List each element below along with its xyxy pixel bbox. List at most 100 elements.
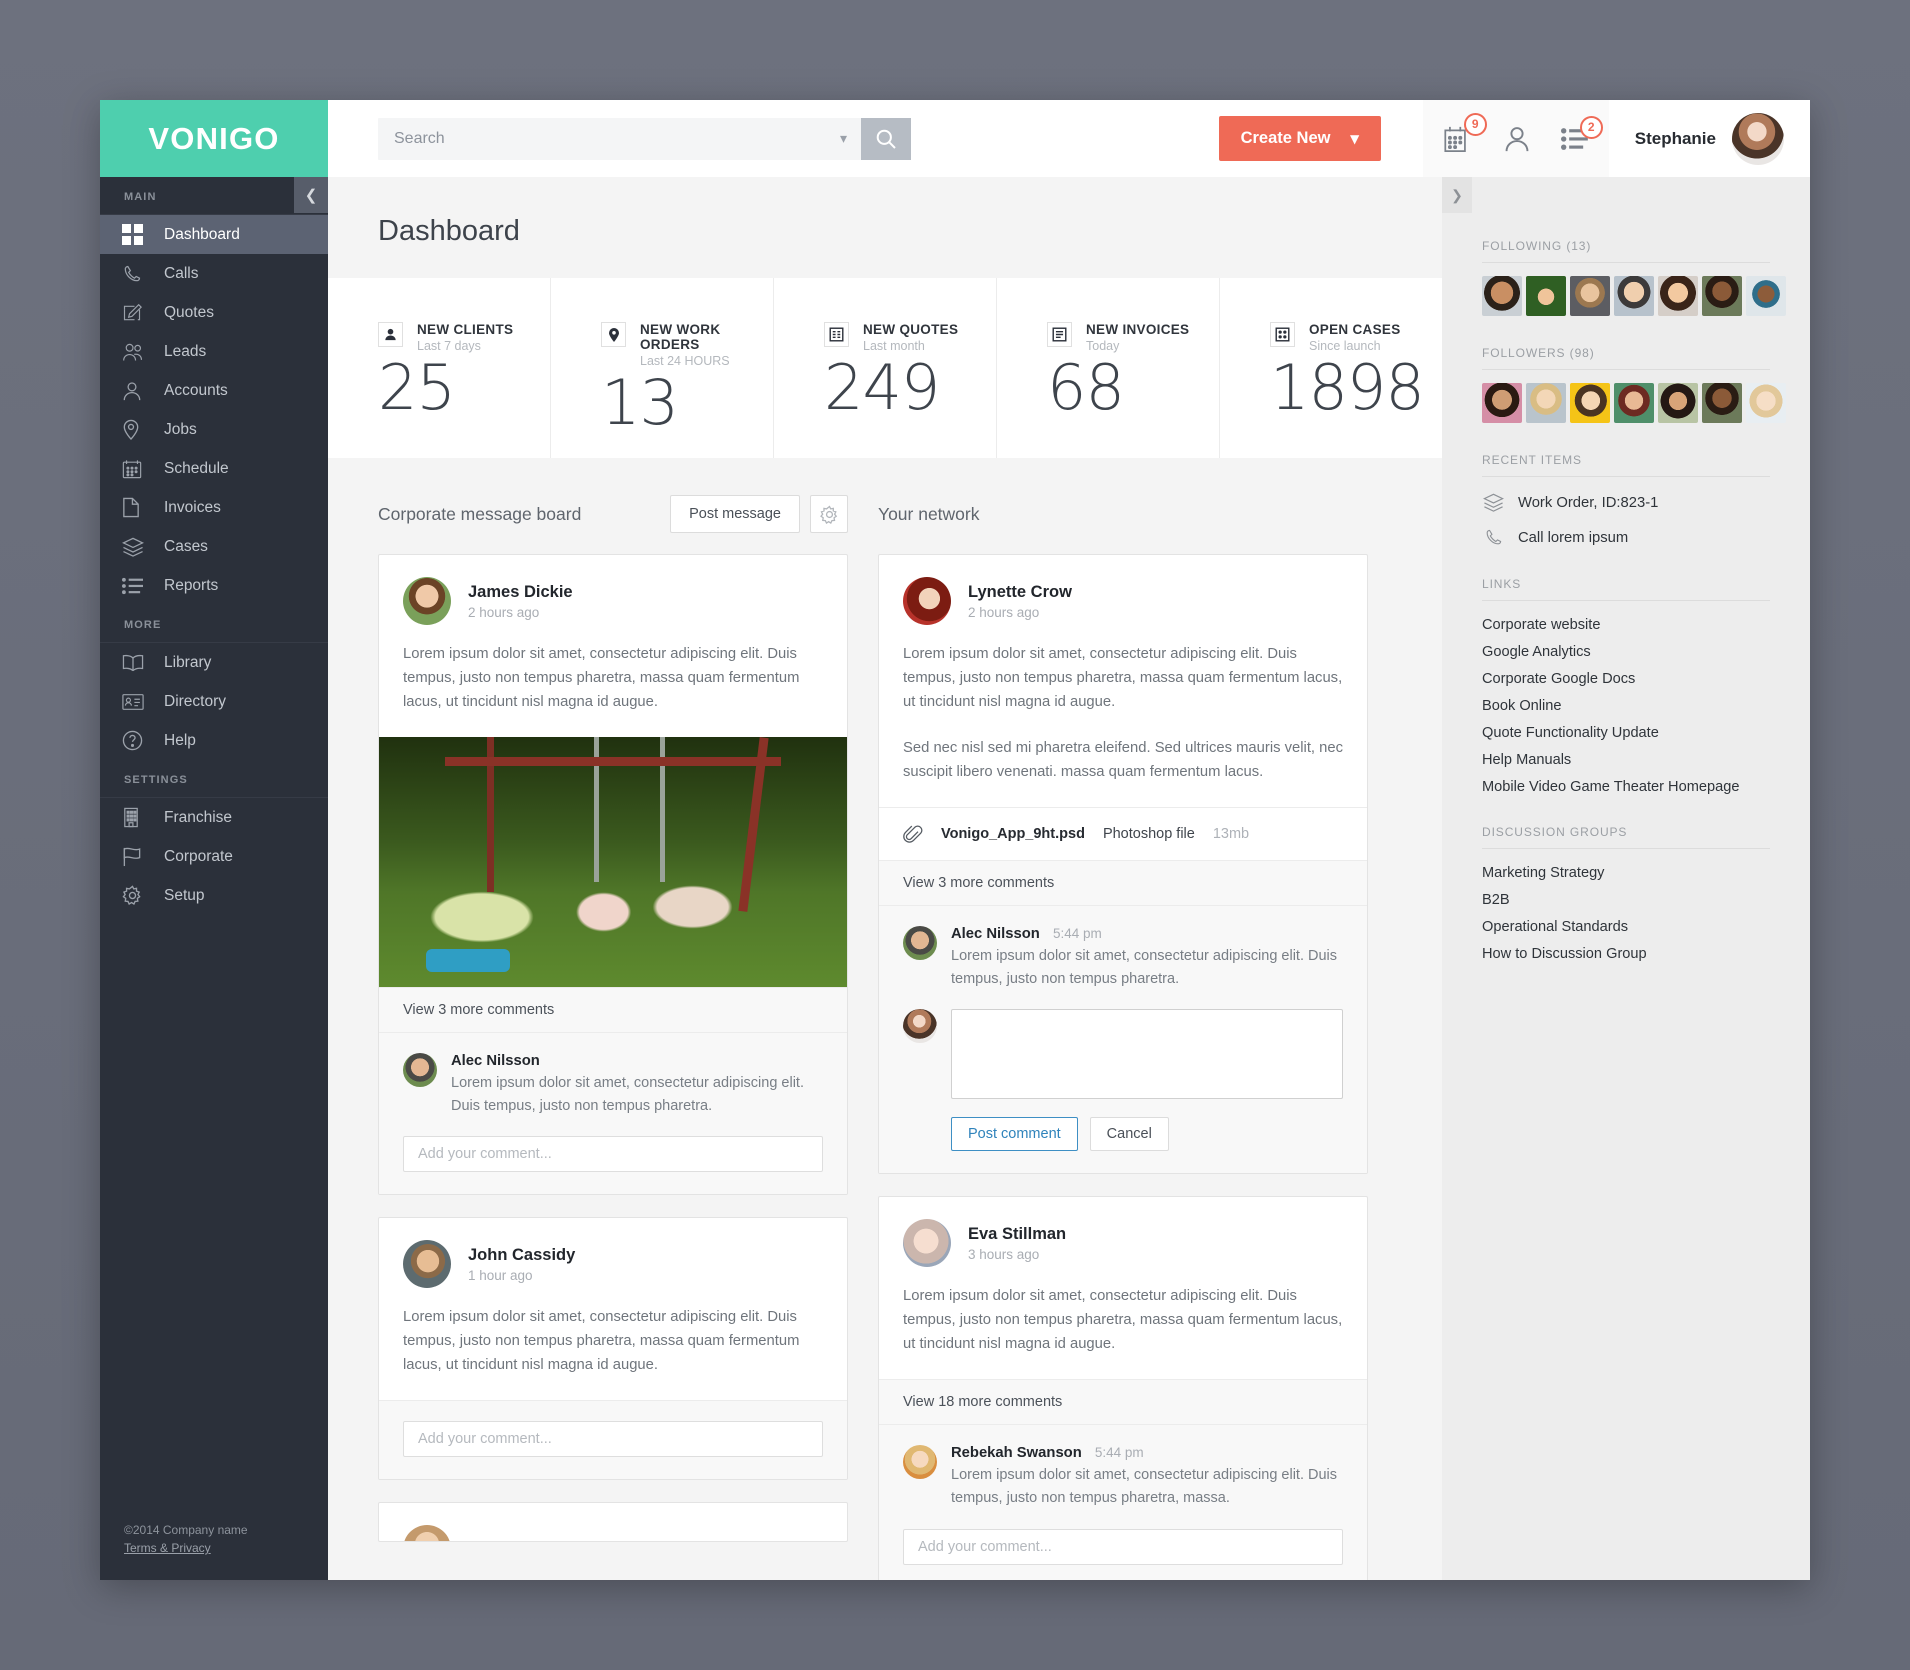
view-more-comments-link[interactable]: View 18 more comments [879, 1379, 1367, 1426]
sidebar-item-accounts[interactable]: Accounts [100, 371, 328, 410]
recent-item-call[interactable]: Call lorem ipsum [1482, 528, 1770, 547]
link-item[interactable]: Mobile Video Game Theater Homepage [1482, 779, 1770, 795]
kpi-new-quotes[interactable]: NEW QUOTES Last month 249 [774, 278, 997, 458]
group-item[interactable]: Operational Standards [1482, 919, 1770, 935]
avatar[interactable] [1614, 276, 1654, 316]
terms-privacy-link[interactable]: Terms & Privacy [124, 1541, 211, 1555]
create-new-button[interactable]: Create New ▾ [1218, 116, 1381, 161]
group-item[interactable]: B2B [1482, 892, 1770, 908]
avatar[interactable] [1746, 383, 1786, 423]
sidebar-item-directory[interactable]: Directory [100, 682, 328, 721]
avatar[interactable] [903, 925, 937, 960]
avatar[interactable] [1702, 276, 1742, 316]
avatar[interactable] [1482, 383, 1522, 423]
link-item[interactable]: Quote Functionality Update [1482, 725, 1770, 741]
tasks-icon-button[interactable]: 2 [1560, 115, 1603, 151]
avatar[interactable] [903, 1445, 937, 1480]
link-item[interactable]: Help Manuals [1482, 752, 1770, 768]
calendar-add-icon-button[interactable]: 9 [1443, 112, 1487, 154]
sidebar-item-reports[interactable]: Reports [100, 566, 328, 605]
kpi-open-cases[interactable]: OPEN CASES Since launch 1898 [1220, 278, 1442, 458]
sidebar-item-label: Cases [164, 537, 208, 555]
kpi-label: NEW INVOICES [1086, 322, 1190, 337]
avatar[interactable] [1614, 383, 1654, 423]
sidebar-item-jobs[interactable]: Jobs [100, 410, 328, 449]
sidebar-item-leads[interactable]: Leads [100, 332, 328, 371]
comment: Alec Nilsson 5:44 pm Lorem ipsum dolor s… [903, 925, 1343, 991]
page-title: Dashboard [328, 177, 1442, 278]
avatar[interactable] [1570, 276, 1610, 316]
link-item[interactable]: Corporate Google Docs [1482, 671, 1770, 687]
sidebar-item-help[interactable]: Help [100, 721, 328, 760]
avatar[interactable] [1746, 276, 1786, 316]
avatar[interactable] [1526, 276, 1566, 316]
search-input[interactable] [378, 129, 840, 148]
avatar[interactable] [903, 577, 951, 625]
avatar[interactable] [1702, 383, 1742, 423]
sidebar-item-cases[interactable]: Cases [100, 527, 328, 566]
view-more-comments-link[interactable]: View 3 more comments [379, 986, 847, 1033]
avatar[interactable] [903, 1009, 937, 1044]
avatar[interactable] [403, 1052, 437, 1087]
group-item[interactable]: Marketing Strategy [1482, 865, 1770, 881]
message-board-settings-button[interactable] [810, 495, 848, 533]
post-comment-button[interactable]: Post comment [951, 1117, 1078, 1152]
search-button[interactable] [861, 117, 911, 160]
chevron-down-icon[interactable]: ▾ [840, 130, 861, 147]
search-bar[interactable]: ▾ [378, 117, 911, 160]
comment-textarea[interactable] [951, 1009, 1343, 1100]
top-bar-right: Create New ▾ 9 2 Stephanie [1218, 100, 1810, 177]
grid-icon [122, 224, 152, 246]
link-item[interactable]: Google Analytics [1482, 644, 1770, 660]
sidebar-item-invoices[interactable]: Invoices [100, 488, 328, 527]
right-panel-toggle-button[interactable]: ❯ [1442, 177, 1472, 213]
sidebar-collapse-button[interactable]: ❮ [294, 177, 328, 213]
avatar[interactable] [1658, 276, 1698, 316]
add-comment-input[interactable] [403, 1421, 823, 1458]
sidebar-item-library[interactable]: Library [100, 643, 328, 682]
sidebar-item-dashboard[interactable]: Dashboard [100, 215, 328, 254]
avatar[interactable] [403, 1525, 451, 1542]
add-comment-input[interactable] [903, 1528, 1343, 1565]
post-image[interactable] [379, 736, 847, 987]
sidebar-item-corporate[interactable]: Corporate [100, 837, 328, 876]
avatar[interactable] [403, 577, 451, 625]
view-more-comments-link[interactable]: View 3 more comments [879, 859, 1367, 906]
calendar-icon [122, 458, 152, 480]
avatar[interactable] [1570, 383, 1610, 423]
discussion-groups-header: DISCUSSION GROUPS [1482, 825, 1770, 849]
avatar[interactable] [1526, 383, 1566, 423]
add-comment-input[interactable] [403, 1136, 823, 1173]
notification-badge: 9 [1463, 112, 1487, 136]
avatar[interactable] [1482, 276, 1522, 316]
link-item[interactable]: Corporate website [1482, 617, 1770, 633]
sidebar-item-franchise[interactable]: Franchise [100, 798, 328, 837]
chevron-left-icon: ❮ [304, 187, 318, 204]
kpi-new-work-orders[interactable]: NEW WORK ORDERS Last 24 HOURS 13 [551, 278, 774, 458]
link-item[interactable]: Book Online [1482, 698, 1770, 714]
sidebar-item-quotes[interactable]: Quotes [100, 293, 328, 332]
attachment[interactable]: Vonigo_App_9ht.psd Photoshop file 13mb [879, 806, 1367, 860]
avatar[interactable] [903, 1219, 951, 1268]
sidebar-item-setup[interactable]: Setup [100, 876, 328, 915]
notification-badge: 2 [1579, 115, 1603, 139]
sidebar-item-schedule[interactable]: Schedule [100, 449, 328, 488]
cancel-comment-button[interactable]: Cancel [1089, 1117, 1169, 1152]
discussion-groups-list: Marketing Strategy B2B Operational Stand… [1482, 849, 1770, 962]
kpi-new-clients[interactable]: NEW CLIENTS Last 7 days 25 [328, 278, 551, 458]
profile-icon-button[interactable] [1503, 125, 1531, 153]
avatar[interactable] [403, 1240, 451, 1289]
recent-item-work-order[interactable]: Work Order, ID:823-1 [1482, 493, 1770, 512]
comment-text: Lorem ipsum dolor sit amet, consectetur … [951, 1467, 1338, 1507]
recent-items-header: RECENT ITEMS [1482, 453, 1770, 477]
links-list: Corporate website Google Analytics Corpo… [1482, 601, 1770, 795]
user-menu[interactable]: Stephanie [1608, 100, 1810, 177]
post-message-button[interactable]: Post message [670, 495, 800, 533]
avatar[interactable] [1658, 383, 1698, 423]
app-logo[interactable]: VONIGO [100, 100, 328, 177]
network-column: Your network Lynette Crow 2 hours ago Lo… [848, 458, 1368, 1580]
avatar[interactable] [1732, 112, 1784, 165]
group-item[interactable]: How to Discussion Group [1482, 946, 1770, 962]
kpi-new-invoices[interactable]: NEW INVOICES Today 68 [997, 278, 1220, 458]
sidebar-item-calls[interactable]: Calls [100, 254, 328, 293]
